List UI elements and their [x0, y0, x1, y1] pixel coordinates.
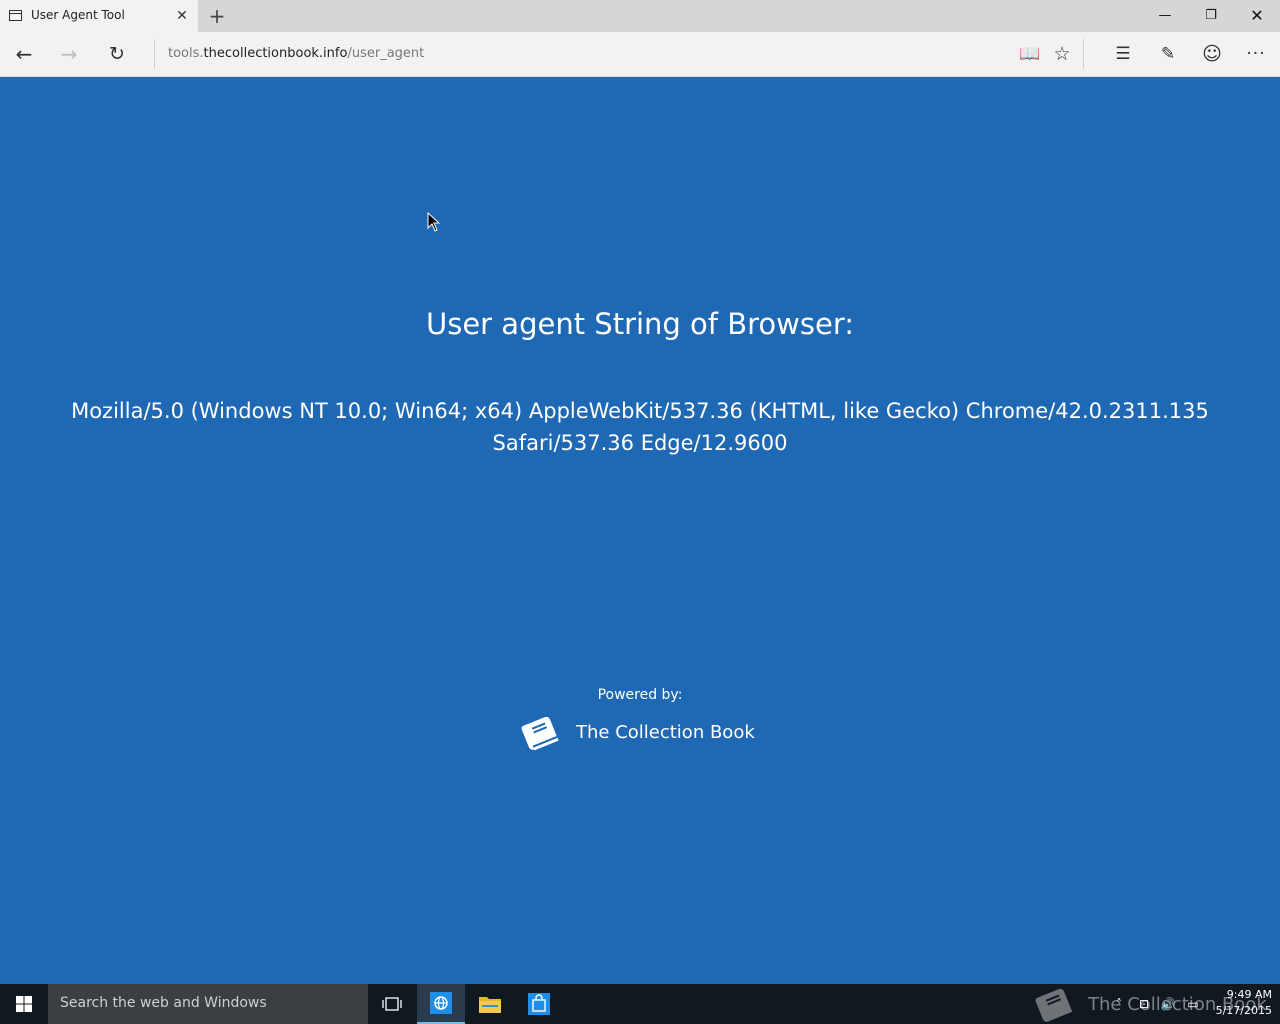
- start-button[interactable]: [0, 984, 48, 1024]
- book-icon: [521, 716, 559, 751]
- mouse-cursor-icon: [427, 212, 441, 232]
- task-view-icon: [382, 997, 402, 1011]
- brand-name: The Collection Book: [576, 721, 755, 743]
- powered-by-label: Powered by:: [597, 687, 683, 703]
- favorite-star-icon[interactable]: ☆: [1046, 39, 1078, 69]
- hub-icon[interactable]: ☰: [1107, 39, 1139, 69]
- tab-title: User Agent Tool: [31, 8, 125, 22]
- watermark-book-icon: [1035, 988, 1073, 1022]
- back-button[interactable]: ←: [8, 39, 40, 69]
- clock-time: 9:49 AM: [1226, 988, 1272, 1001]
- clock-date: 5/17/2015: [1215, 1004, 1272, 1017]
- tab-close-icon[interactable]: ✕: [172, 6, 192, 26]
- volume-icon[interactable]: 🔊: [1159, 994, 1177, 1014]
- network-icon[interactable]: ⊡: [1135, 994, 1153, 1014]
- more-menu-icon[interactable]: ···: [1240, 39, 1272, 69]
- nav-divider: [154, 39, 155, 69]
- web-note-icon[interactable]: ✎: [1152, 39, 1184, 69]
- store-bag-icon: [528, 993, 550, 1015]
- taskbar-clock[interactable]: 9:49 AM 5/17/2015: [1208, 987, 1272, 1019]
- feedback-smile-icon[interactable]: ☺: [1196, 39, 1228, 69]
- close-window-button[interactable]: ✕: [1234, 0, 1280, 32]
- new-tab-button[interactable]: +: [204, 4, 230, 28]
- url-domain: thecollectionbook.info: [203, 46, 348, 61]
- folder-icon: [479, 997, 501, 1013]
- page-icon: [9, 10, 22, 21]
- brand-link[interactable]: The Collection Book: [514, 707, 755, 757]
- taskbar-store-app[interactable]: [515, 984, 563, 1024]
- taskbar-file-explorer[interactable]: [466, 984, 514, 1024]
- address-bar[interactable]: tools.thecollectionbook.info/user_agent: [168, 46, 424, 61]
- taskbar-edge-app[interactable]: [417, 984, 465, 1024]
- refresh-button[interactable]: ↻: [101, 39, 133, 69]
- page-content: User agent String of Browser: Mozilla/5.…: [0, 77, 1280, 984]
- forward-button[interactable]: →: [53, 39, 85, 69]
- task-view-button[interactable]: [368, 984, 416, 1024]
- minimize-button[interactable]: —: [1142, 0, 1188, 32]
- page-heading: User agent String of Browser:: [425, 307, 855, 341]
- search-placeholder: Search the web and Windows: [60, 995, 267, 1011]
- show-hidden-icons-icon[interactable]: ˄: [1110, 994, 1128, 1014]
- edge-browser-icon: [430, 992, 452, 1014]
- user-agent-string: Mozilla/5.0 (Windows NT 10.0; Win64; x64…: [71, 399, 1209, 455]
- reading-view-icon[interactable]: 📖: [1014, 39, 1046, 69]
- restore-button[interactable]: ❐: [1188, 0, 1234, 32]
- toolbar-divider: [1083, 39, 1084, 69]
- tab-user-agent-tool[interactable]: User Agent Tool ✕: [0, 0, 198, 32]
- url-path: /user_agent: [347, 46, 425, 61]
- taskbar: Search the web and Windows The Collectio…: [0, 984, 1280, 1024]
- taskbar-search-input[interactable]: Search the web and Windows: [48, 984, 368, 1024]
- url-prefix: tools.: [168, 46, 204, 61]
- title-bar: User Agent Tool ✕ + — ❐ ✕: [0, 0, 1280, 32]
- windows-logo-icon: [16, 996, 32, 1012]
- navigation-bar: ← → ↻ tools.thecollectionbook.info/user_…: [0, 32, 1280, 77]
- action-center-icon[interactable]: ▭: [1184, 994, 1202, 1014]
